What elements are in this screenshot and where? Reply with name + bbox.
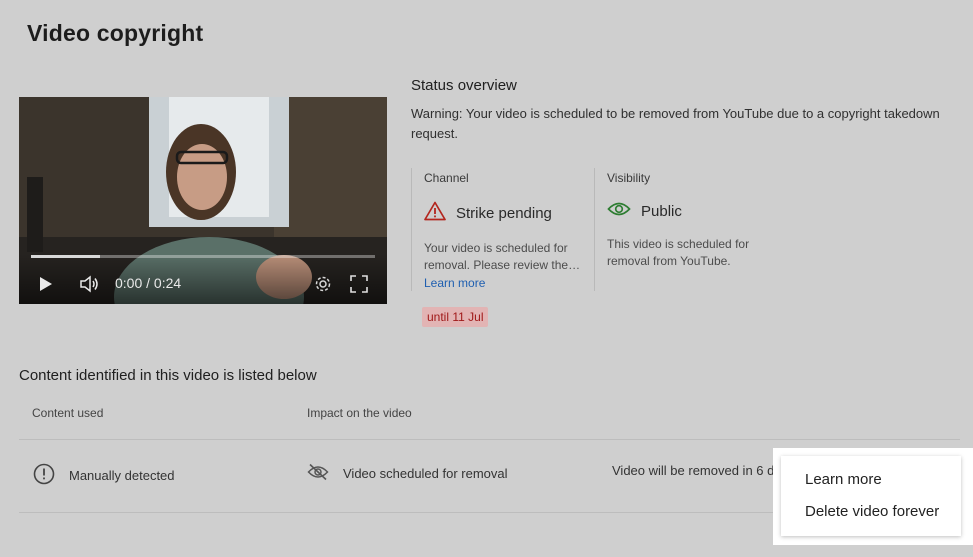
menu-item-delete-forever[interactable]: Delete video forever [805, 503, 939, 520]
menu-item-learn-more[interactable]: Learn more [805, 471, 882, 488]
channel-column: Channel Strike pending Your video is sch… [411, 168, 604, 291]
video-player[interactable]: 0:00 / 0:24 [19, 97, 387, 304]
visibility-description: This video is scheduled for removal from… [607, 237, 750, 268]
header-content-used: Content used [32, 406, 104, 420]
play-icon[interactable] [39, 273, 53, 295]
progress-fill [31, 255, 100, 258]
channel-status-description: Your video is scheduled for removal. Ple… [424, 241, 581, 272]
fullscreen-icon[interactable] [350, 273, 368, 295]
impact-cell: Video scheduled for removal [307, 463, 508, 484]
visibility-column: Visibility Public This video is schedule… [594, 168, 787, 291]
removal-note-cell: Video will be removed in 6 da [612, 463, 782, 478]
exclamation-circle-icon [33, 463, 55, 488]
visibility-label: Visibility [607, 171, 651, 185]
volume-icon[interactable] [79, 273, 99, 295]
content-section-title: Content identified in this video is list… [19, 367, 317, 384]
learn-more-link[interactable]: Learn more [424, 276, 485, 290]
progress-bar[interactable] [31, 255, 375, 258]
eye-off-icon [307, 463, 329, 484]
eye-icon [607, 201, 631, 222]
header-impact: Impact on the video [307, 406, 412, 420]
options-menu: Learn more Delete video forever [781, 456, 961, 536]
deadline-badge: until 11 Jul [422, 307, 489, 327]
status-warning-text: Warning: Your video is scheduled to be r… [411, 106, 940, 141]
settings-gear-icon[interactable] [314, 273, 332, 295]
page-title: Video copyright [27, 20, 204, 46]
channel-label: Channel [424, 171, 469, 185]
channel-status-value: Strike pending [456, 205, 552, 222]
content-used-cell: Manually detected [33, 463, 175, 488]
impact-value: Video scheduled for removal [343, 466, 508, 481]
status-overview-title: Status overview [411, 77, 517, 94]
content-used-value: Manually detected [69, 468, 175, 483]
video-time: 0:00 / 0:24 [115, 275, 182, 291]
table-divider [19, 439, 960, 440]
warning-triangle-icon [424, 201, 446, 226]
removal-note: Video will be removed in 6 da [612, 463, 782, 478]
visibility-value: Public [641, 203, 682, 220]
